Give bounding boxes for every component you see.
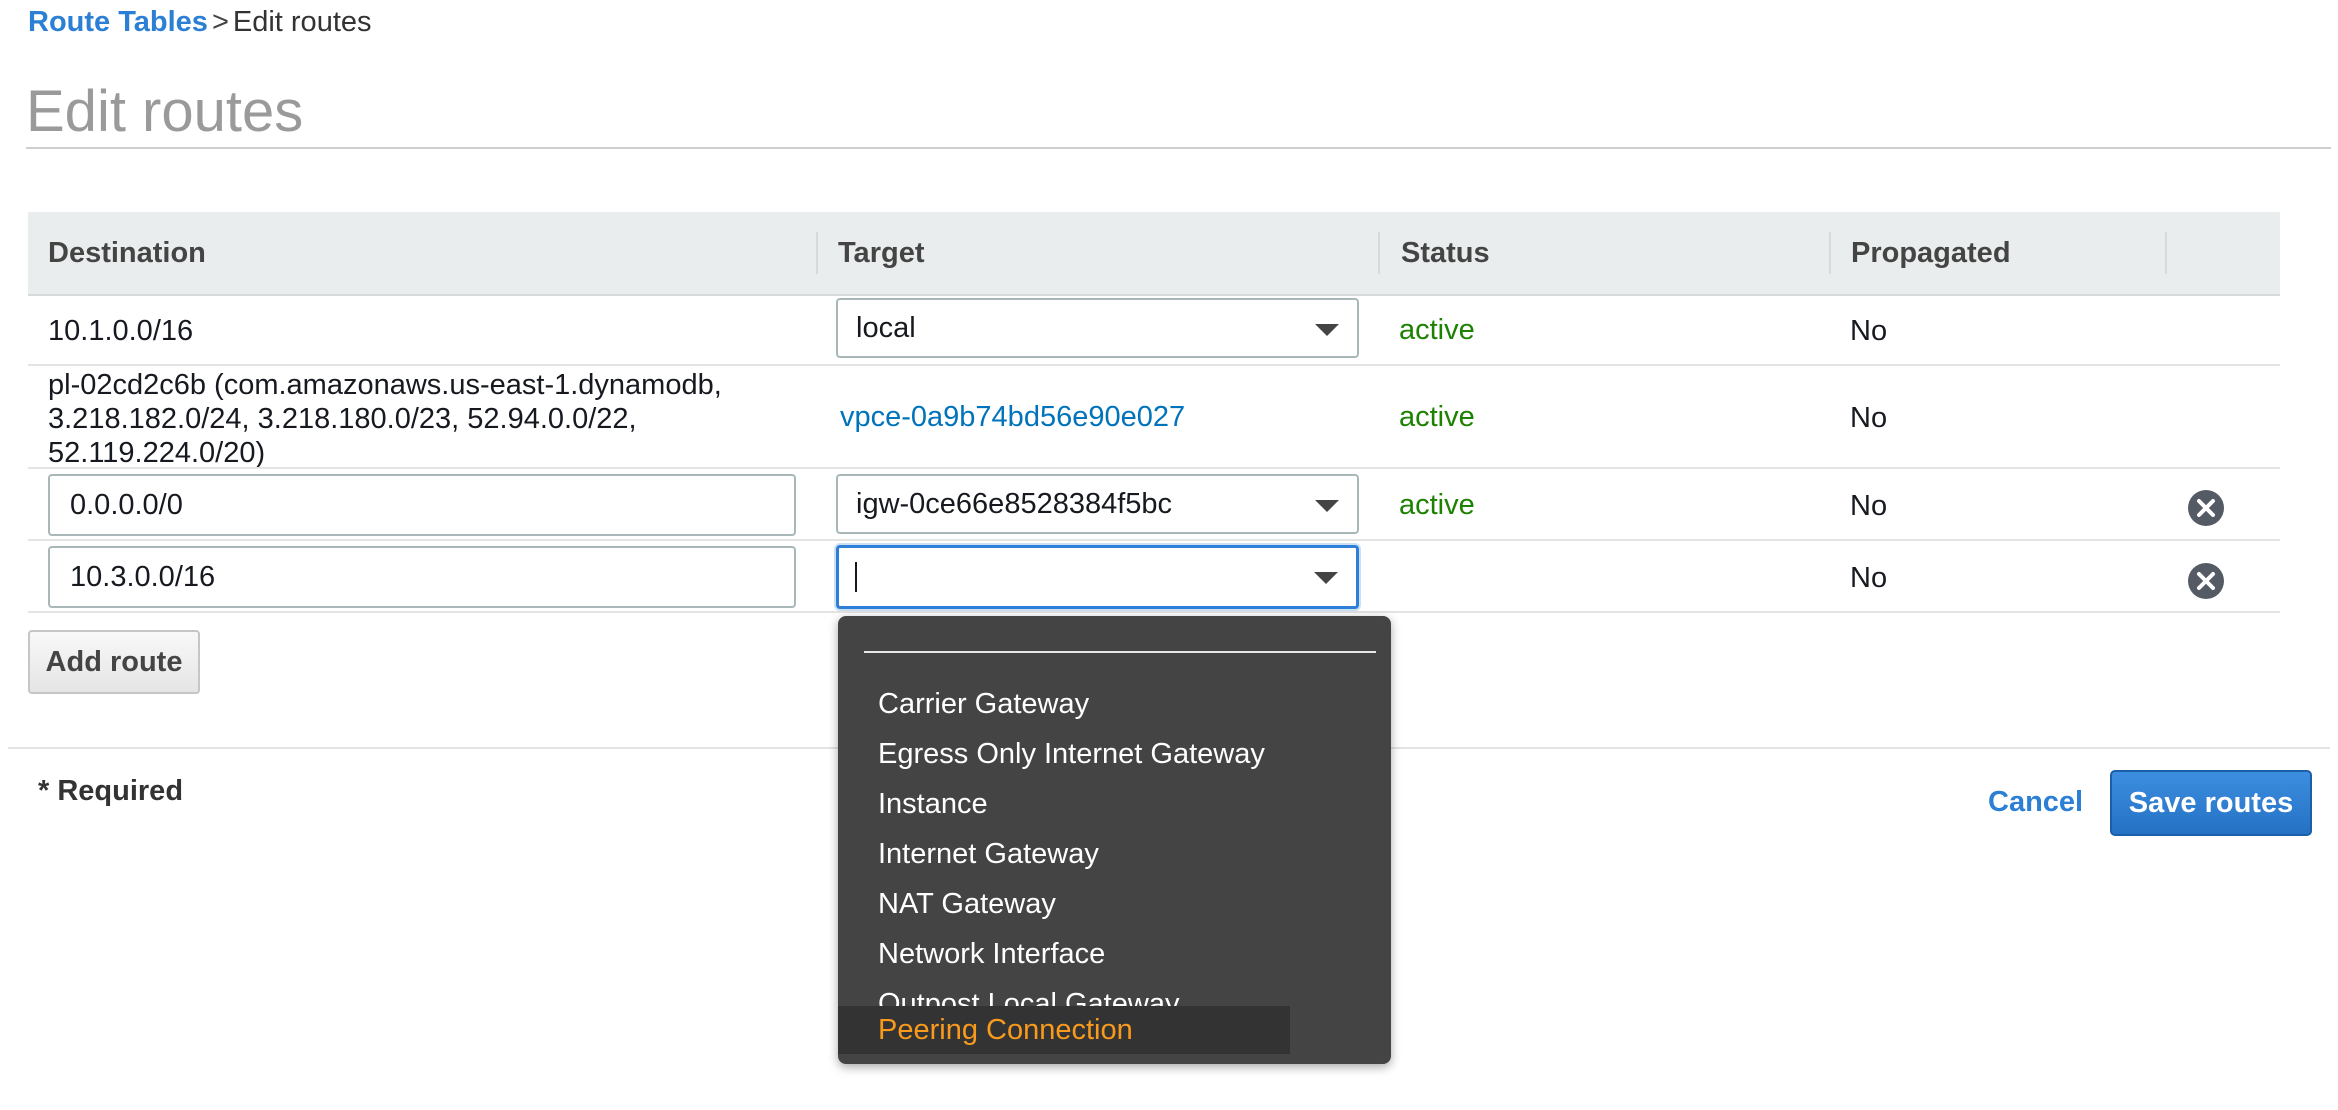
destination-input[interactable]: 10.3.0.0/16 [48,546,796,608]
target-select[interactable]: local [836,298,1359,358]
text-cursor [855,562,857,592]
breadcrumb-route-tables-link[interactable]: Route Tables [28,6,208,38]
route-propagated-cell: No [1850,490,1888,522]
destination-line: pl-02cd2c6b (com.amazonaws.us-east-1.dyn… [48,369,722,401]
close-circle-icon [2197,572,2215,590]
menu-item-carrier-gateway[interactable]: Carrier Gateway [838,680,1290,728]
route-destination-cell: pl-02cd2c6b (com.amazonaws.us-east-1.dyn… [48,368,722,470]
menu-item-egress-only-internet-gateway[interactable]: Egress Only Internet Gateway [838,730,1290,778]
title-divider [26,147,2331,149]
caret-down-icon [1315,324,1339,336]
column-divider [1378,232,1380,274]
route-status-cell: active [1399,401,1475,433]
route-propagated-cell: No [1850,315,1888,347]
route-propagated-cell: No [1850,562,1888,594]
breadcrumb-separator: > [211,6,229,38]
caret-down-icon [1315,500,1339,512]
column-header-target: Target [838,237,925,269]
menu-item-nat-gateway[interactable]: NAT Gateway [838,880,1290,928]
column-divider [816,232,818,274]
remove-route-button[interactable] [2188,490,2224,526]
menu-item-internet-gateway[interactable]: Internet Gateway [838,830,1290,878]
row-divider [28,539,2280,541]
column-header-destination: Destination [48,237,206,269]
route-status-cell: active [1399,489,1475,521]
row-divider [28,467,2280,469]
column-divider [1829,232,1831,274]
menu-item-instance[interactable]: Instance [838,780,1290,828]
save-routes-button[interactable]: Save routes [2110,770,2312,836]
destination-input[interactable]: 0.0.0.0/0 [48,474,796,536]
target-select[interactable]: igw-0ce66e8528384f5bc [836,474,1359,534]
cancel-button[interactable]: Cancel [1988,786,2083,819]
breadcrumb: Route Tables > Edit routes [28,4,372,40]
route-destination-cell: 10.1.0.0/16 [48,315,194,347]
menu-separator [864,651,1376,653]
destination-input-value: 0.0.0.0/0 [70,489,183,521]
route-propagated-cell: No [1850,402,1888,434]
target-select-value: igw-0ce66e8528384f5bc [856,488,1173,520]
column-divider [2165,232,2167,274]
page-title: Edit routes [26,79,304,144]
target-select-value: local [856,312,916,344]
column-header-status: Status [1401,237,1490,269]
required-note: * Required [38,775,184,807]
row-divider [28,364,2280,366]
target-dropdown-menu: Carrier Gateway Egress Only Internet Gat… [838,616,1391,1064]
destination-input-value: 10.3.0.0/16 [70,561,216,593]
destination-line: 52.119.224.0/20) [48,437,266,469]
add-route-button[interactable]: Add route [28,630,200,694]
row-divider [28,611,2280,613]
close-circle-icon [2197,499,2215,517]
route-status-cell: active [1399,314,1475,346]
remove-route-button[interactable] [2188,563,2224,599]
menu-item-peering-connection[interactable]: Peering Connection [838,1006,1290,1054]
column-header-propagated: Propagated [1851,237,2011,269]
target-vpce-link[interactable]: vpce-0a9b74bd56e90e027 [840,401,1185,434]
caret-down-icon [1314,572,1338,584]
menu-item-network-interface[interactable]: Network Interface [838,930,1290,978]
breadcrumb-current: Edit routes [232,6,372,38]
target-select-active[interactable] [836,545,1359,609]
destination-line: 3.218.182.0/24, 3.218.180.0/23, 52.94.0.… [48,403,637,435]
